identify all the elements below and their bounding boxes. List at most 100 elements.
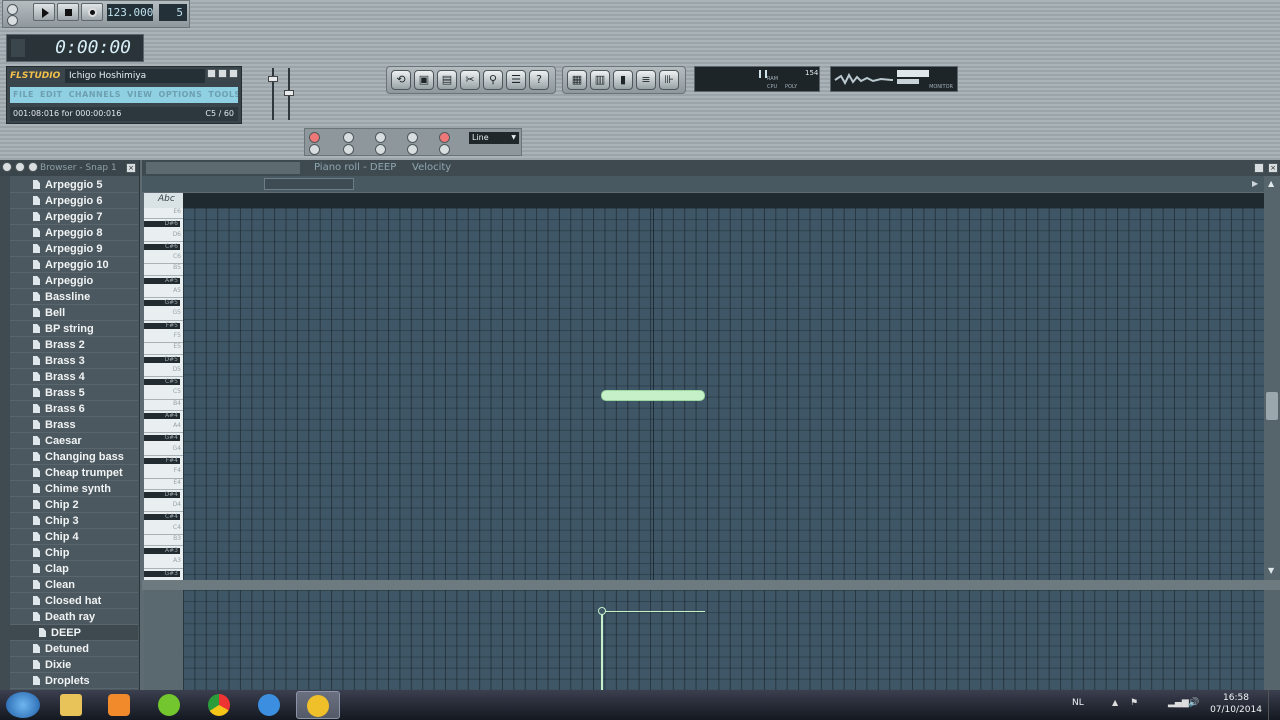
taskbar-spotify[interactable] bbox=[148, 691, 192, 719]
master-pitch-slider[interactable] bbox=[284, 68, 294, 120]
tray-flag-icon[interactable]: ⚑ bbox=[1130, 698, 1138, 708]
playlist-icon[interactable]: ▦ bbox=[567, 70, 587, 90]
minimize-icon[interactable] bbox=[207, 69, 216, 78]
piano-key-black[interactable]: A#5 bbox=[144, 277, 180, 284]
browser-item[interactable]: Chip bbox=[10, 545, 138, 561]
browser-item[interactable]: Brass 5 bbox=[10, 385, 138, 401]
piano-key-black[interactable]: G#3 bbox=[144, 570, 180, 577]
save-icon[interactable]: ▣ bbox=[414, 70, 434, 90]
piano-key-black[interactable]: D#6 bbox=[144, 221, 180, 228]
browser-item[interactable]: Brass 6 bbox=[10, 401, 138, 417]
piano-roll-title[interactable]: Piano roll - DEEP bbox=[314, 160, 396, 176]
language-indicator[interactable]: NL bbox=[1072, 698, 1084, 708]
pr-maximize-icon[interactable] bbox=[1254, 163, 1264, 173]
scroll-down-icon[interactable]: ▼ bbox=[1268, 566, 1274, 575]
piano-key-white[interactable]: D5 bbox=[144, 366, 183, 378]
piano-key-white[interactable]: C6 bbox=[144, 253, 183, 265]
step-sequencer-icon[interactable]: ▥ bbox=[590, 70, 610, 90]
pr-ruler[interactable] bbox=[183, 193, 1264, 208]
browser-menu-icon[interactable] bbox=[2, 162, 12, 172]
menu-item-file[interactable]: FILE bbox=[13, 87, 34, 103]
piano-keyboard[interactable]: E6 D#6 D6 C#6 C6 B5 A#5 A5 G#5 G5 F#5 F5 E5 D#5 D5 C#5 C… bbox=[144, 208, 183, 580]
piano-key-white[interactable]: F5 bbox=[144, 332, 183, 344]
velocity-bar[interactable] bbox=[601, 611, 603, 690]
blend-notes-icon[interactable] bbox=[375, 132, 386, 143]
piano-key-white[interactable]: C5 bbox=[144, 388, 183, 400]
menu-item-channels[interactable]: CHANNELS bbox=[69, 87, 121, 103]
typing-keyboard-icon[interactable] bbox=[309, 132, 320, 143]
search-icon[interactable]: ⚲ bbox=[483, 70, 503, 90]
step-edit-icon[interactable] bbox=[309, 144, 320, 155]
piano-key-white[interactable]: B4 bbox=[144, 400, 183, 411]
browser-item[interactable]: BP string bbox=[10, 321, 138, 337]
cut-icon[interactable]: ✂ bbox=[460, 70, 480, 90]
piano-key-black[interactable]: C#5 bbox=[144, 379, 180, 386]
menu-item-options[interactable]: OPTIONS bbox=[159, 87, 203, 103]
pr-vertical-scrollbar[interactable]: ▲ ▼ bbox=[1264, 176, 1280, 580]
browser-item[interactable]: Arpeggio 10 bbox=[10, 257, 138, 273]
pr-scroll-right-icon[interactable]: ▶ bbox=[1252, 178, 1262, 190]
song-time-display[interactable]: 0:00:00 bbox=[29, 37, 141, 59]
loop-record-icon[interactable] bbox=[343, 144, 354, 155]
piano-key-black[interactable]: G#4 bbox=[144, 435, 180, 442]
browser-snap-icon[interactable] bbox=[15, 162, 25, 172]
browser-item[interactable]: Brass 3 bbox=[10, 353, 138, 369]
close-icon[interactable] bbox=[229, 69, 238, 78]
menu-item-tools[interactable]: TOOLS bbox=[208, 87, 238, 103]
list-icon[interactable]: ☰ bbox=[506, 70, 526, 90]
mixer-link-icon[interactable] bbox=[375, 144, 386, 155]
browser-item[interactable]: Detuned bbox=[10, 641, 138, 657]
snap-select[interactable]: Line ▼ bbox=[469, 132, 519, 144]
piano-key-white[interactable]: E4 bbox=[144, 479, 183, 490]
tray-chevron-icon[interactable]: ▲ bbox=[1112, 698, 1118, 707]
browser-item[interactable]: Brass bbox=[10, 417, 138, 433]
browser-item[interactable]: Changing bass bbox=[10, 449, 138, 465]
browser-item[interactable]: Arpeggio 9 bbox=[10, 241, 138, 257]
taskbar-explorer[interactable] bbox=[50, 691, 94, 719]
pattern-display[interactable]: 5 bbox=[159, 4, 187, 21]
note-c5[interactable] bbox=[601, 390, 705, 401]
record-button[interactable] bbox=[81, 3, 103, 21]
browser-item[interactable]: Chip 4 bbox=[10, 529, 138, 545]
browser-item[interactable]: Closed hat bbox=[10, 593, 138, 609]
mixer-icon[interactable]: ⊪ bbox=[659, 70, 679, 90]
velocity-editor[interactable] bbox=[183, 590, 1264, 690]
show-desktop-button[interactable] bbox=[1268, 690, 1280, 720]
pat-song-toggle-icon-2[interactable] bbox=[7, 15, 18, 26]
master-volume-slider[interactable] bbox=[268, 68, 278, 120]
wait-icon[interactable] bbox=[407, 144, 418, 155]
browser-item[interactable]: Chip 3 bbox=[10, 513, 138, 529]
piano-key-white[interactable]: G4 bbox=[144, 445, 183, 456]
song-title[interactable]: Ichigo Hoshimiya bbox=[65, 69, 205, 83]
browser-item[interactable]: Droplets bbox=[10, 673, 138, 689]
piano-key-white[interactable]: E6 bbox=[144, 208, 183, 220]
browser-item[interactable]: Death ray bbox=[10, 609, 138, 625]
browser-item[interactable]: Brass 4 bbox=[10, 369, 138, 385]
tray-volume-icon[interactable]: 🔊 bbox=[1188, 698, 1199, 708]
piano-key-black[interactable]: F#4 bbox=[144, 458, 180, 464]
export-icon[interactable]: ▤ bbox=[437, 70, 457, 90]
browser-item[interactable]: DEEP bbox=[10, 625, 138, 641]
start-button[interactable] bbox=[6, 692, 40, 718]
tempo-display[interactable]: 123.000 bbox=[107, 4, 153, 21]
taskbar-itunes[interactable] bbox=[248, 691, 292, 719]
metronome-icon[interactable] bbox=[343, 132, 354, 143]
record-mode-icon[interactable] bbox=[439, 132, 450, 143]
browser-item[interactable]: Arpeggio 8 bbox=[10, 225, 138, 241]
taskbar-chrome[interactable] bbox=[198, 691, 242, 719]
browser-item[interactable]: Clean bbox=[10, 577, 138, 593]
menu-item-edit[interactable]: EDIT bbox=[40, 87, 63, 103]
browser-icon[interactable]: ≡ bbox=[636, 70, 656, 90]
piano-roll-target[interactable]: Velocity bbox=[412, 160, 451, 176]
piano-key-black[interactable]: D#5 bbox=[144, 356, 180, 363]
piano-key-white[interactable]: B3 bbox=[144, 535, 183, 547]
browser-item[interactable]: Arpeggio 7 bbox=[10, 209, 138, 225]
pr-timeline-bar[interactable]: ▶ bbox=[142, 176, 1280, 192]
pr-close-icon[interactable]: × bbox=[1268, 163, 1278, 173]
velocity-handle[interactable] bbox=[598, 607, 606, 615]
piano-key-black[interactable]: C#4 bbox=[144, 514, 180, 521]
pat-song-toggle-icon[interactable] bbox=[7, 4, 18, 15]
tray-network-icon[interactable]: ▂▄▆ bbox=[1168, 698, 1189, 708]
browser-item[interactable]: Arpeggio 5 bbox=[10, 177, 138, 193]
piano-roll-icon[interactable]: ▮ bbox=[613, 70, 633, 90]
